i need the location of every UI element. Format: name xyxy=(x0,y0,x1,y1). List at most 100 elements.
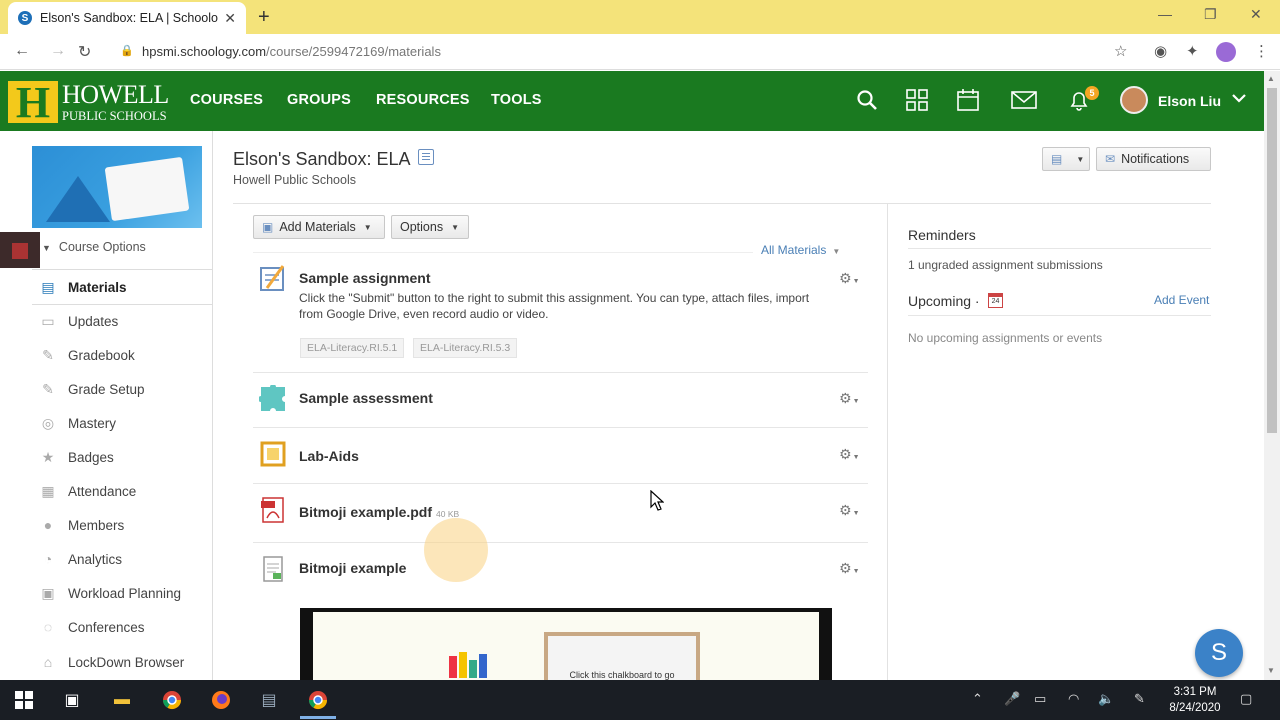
sidebar-item-members[interactable]: ● Members xyxy=(32,508,212,542)
browser-tab[interactable]: S Elson's Sandbox: ELA | Schoology ✕ xyxy=(8,2,246,34)
scroll-up-icon[interactable]: ▲ xyxy=(1267,74,1275,83)
standard-tag[interactable]: ELA-Literacy.RI.5.1 xyxy=(300,338,405,358)
add-event-link[interactable]: Add Event xyxy=(1154,293,1209,307)
volume-icon[interactable]: 🔈 xyxy=(1098,691,1114,707)
forward-icon[interactable]: → xyxy=(50,42,66,60)
add-materials-button[interactable]: ▣ Add Materials ▼ xyxy=(253,215,385,239)
url-field[interactable]: hpsmi.schoology.com/course/2599472169/ma… xyxy=(142,44,441,59)
nav-courses[interactable]: COURSES xyxy=(190,92,263,108)
view-toggle-button[interactable]: ▤ ▼ xyxy=(1042,147,1090,171)
sidebar-item-updates[interactable]: ▭ Updates xyxy=(32,304,212,338)
taskbar-clock[interactable]: 3:31 PM 8/24/2020 xyxy=(1160,684,1230,716)
sidebar-item-label: Workload Planning xyxy=(68,585,182,601)
chrome-icon[interactable] xyxy=(161,689,183,711)
material-title[interactable]: Sample assignment xyxy=(299,270,431,286)
material-row-assignment[interactable]: Sample assignment Click the "Submit" but… xyxy=(253,260,868,373)
sidebar-item-grade-setup[interactable]: ✎ Grade Setup xyxy=(32,372,212,406)
sidebar-item-gradebook[interactable]: ✎ Gradebook xyxy=(32,338,212,372)
scrollbar-thumb[interactable] xyxy=(1267,88,1277,433)
sidebar-item-materials[interactable]: ▤ Materials xyxy=(32,269,212,305)
logo-text: HOWELL PUBLIC SCHOOLS xyxy=(62,81,169,123)
sidebar-item-badges[interactable]: ★ Badges xyxy=(32,440,212,474)
notifications-label: Notifications xyxy=(1121,152,1190,166)
new-tab-icon[interactable]: + xyxy=(258,6,270,29)
extension-icon[interactable]: ◉ xyxy=(1154,42,1167,60)
material-row-pdf[interactable]: Bitmoji example.pdf 40 KB ⚙▼ xyxy=(253,484,868,543)
minimize-icon[interactable]: — xyxy=(1158,6,1172,22)
bookmark-star-icon[interactable]: ☆ xyxy=(1114,42,1127,60)
back-icon[interactable]: ← xyxy=(14,42,30,60)
app-icon[interactable]: ▤ xyxy=(258,689,280,711)
pen-icon[interactable]: ✎ xyxy=(1134,691,1145,707)
material-row-lab-aids[interactable]: Lab-Aids ⚙▼ xyxy=(253,428,868,484)
search-icon[interactable] xyxy=(856,89,878,117)
wifi-icon[interactable]: ◠ xyxy=(1068,691,1079,707)
gear-icon[interactable]: ⚙▼ xyxy=(839,390,860,407)
user-name[interactable]: Elson Liu xyxy=(1158,93,1221,109)
browser-menu-icon[interactable]: ⋮ xyxy=(1254,42,1269,60)
mail-icon[interactable] xyxy=(1011,89,1037,117)
apps-grid-icon[interactable] xyxy=(906,89,928,117)
upcoming-divider xyxy=(908,315,1211,316)
close-tab-icon[interactable]: ✕ xyxy=(224,10,236,27)
browser-profile-avatar[interactable] xyxy=(1216,42,1236,62)
show-hidden-icons-icon[interactable]: ⌃ xyxy=(972,691,983,707)
microphone-icon[interactable]: 🎤 xyxy=(1004,691,1020,707)
task-view-icon[interactable]: ▣ xyxy=(61,689,83,711)
chat-bubble-button[interactable]: S xyxy=(1195,629,1243,677)
user-avatar[interactable] xyxy=(1120,86,1148,114)
nav-tools[interactable]: TOOLS xyxy=(491,92,542,108)
howell-logo[interactable]: H HOWELL PUBLIC SCHOOLS xyxy=(8,78,169,127)
reload-icon[interactable]: ↻ xyxy=(78,42,91,62)
sidebar-item-conferences[interactable]: ◌ Conferences xyxy=(32,610,212,644)
windows-taskbar xyxy=(0,680,1280,720)
gear-icon[interactable]: ⚙▼ xyxy=(839,502,860,519)
bookshelf-image xyxy=(443,648,503,678)
firefox-icon[interactable] xyxy=(210,689,232,711)
sidebar-item-mastery[interactable]: ◎ Mastery xyxy=(32,406,212,440)
scroll-down-icon[interactable]: ▼ xyxy=(1267,666,1275,675)
nav-groups[interactable]: GROUPS xyxy=(287,92,351,108)
battery-icon[interactable]: ▭ xyxy=(1034,691,1046,707)
caret-down-icon: ▼ xyxy=(852,454,860,461)
file-explorer-icon[interactable]: ▬ xyxy=(111,689,133,711)
all-materials-filter[interactable]: All Materials ▼ xyxy=(761,243,840,257)
calendar-icon[interactable]: 24 xyxy=(988,293,1003,308)
sidebar-item-workload-planning[interactable]: ▣ Workload Planning xyxy=(32,576,212,610)
material-title[interactable]: Bitmoji example xyxy=(299,560,406,576)
material-title[interactable]: Lab-Aids xyxy=(299,448,359,464)
options-button[interactable]: Options ▼ xyxy=(391,215,469,239)
updates-icon: ▭ xyxy=(41,312,55,329)
sidebar-item-attendance[interactable]: ▦ Attendance xyxy=(32,474,212,508)
material-row-page[interactable]: Bitmoji example ⚙▼ xyxy=(253,543,868,603)
course-info-icon[interactable] xyxy=(418,149,434,165)
extensions-puzzle-icon[interactable]: ✦ xyxy=(1186,42,1199,60)
chrome-active-icon[interactable] xyxy=(307,689,329,711)
gear-icon[interactable]: ⚙▼ xyxy=(839,270,860,287)
sidebar-item-label: Attendance xyxy=(68,483,137,499)
gear-icon[interactable]: ⚙▼ xyxy=(839,446,860,463)
lockdown-icon: ⌂ xyxy=(43,654,53,670)
course-options-menu[interactable]: ▼ Course Options xyxy=(42,240,146,254)
members-icon: ● xyxy=(43,517,53,533)
close-window-icon[interactable]: ✕ xyxy=(1250,6,1262,23)
add-materials-label: Add Materials xyxy=(279,220,356,234)
chevron-down-icon[interactable] xyxy=(1232,90,1246,106)
windows-start-icon[interactable] xyxy=(13,689,35,711)
notifications-button[interactable]: ✉ Notifications xyxy=(1096,147,1211,171)
reminder-item[interactable]: 1 ungraded assignment submissions xyxy=(908,258,1103,272)
sidebar-item-analytics[interactable]: ◔ Analytics xyxy=(32,542,212,576)
course-profile-image[interactable] xyxy=(32,146,202,228)
standard-tag[interactable]: ELA-Literacy.RI.5.3 xyxy=(413,338,518,358)
embedded-bitmoji-preview[interactable]: Click this chalkboard to go xyxy=(300,608,832,692)
recording-widget[interactable] xyxy=(0,232,40,268)
gear-icon[interactable]: ⚙▼ xyxy=(839,560,860,577)
restore-icon[interactable]: ❐ xyxy=(1204,6,1217,23)
nav-resources[interactable]: RESOURCES xyxy=(376,92,470,108)
material-title[interactable]: Sample assessment xyxy=(299,390,433,406)
action-center-icon[interactable]: ▢ xyxy=(1240,691,1252,707)
material-title[interactable]: Bitmoji example.pdf 40 KB xyxy=(299,504,459,520)
sidebar-item-lockdown-browser[interactable]: ⌂ LockDown Browser xyxy=(32,645,212,679)
material-row-assessment[interactable]: Sample assessment ⚙▼ xyxy=(253,373,868,428)
calendar-icon[interactable] xyxy=(957,89,979,117)
